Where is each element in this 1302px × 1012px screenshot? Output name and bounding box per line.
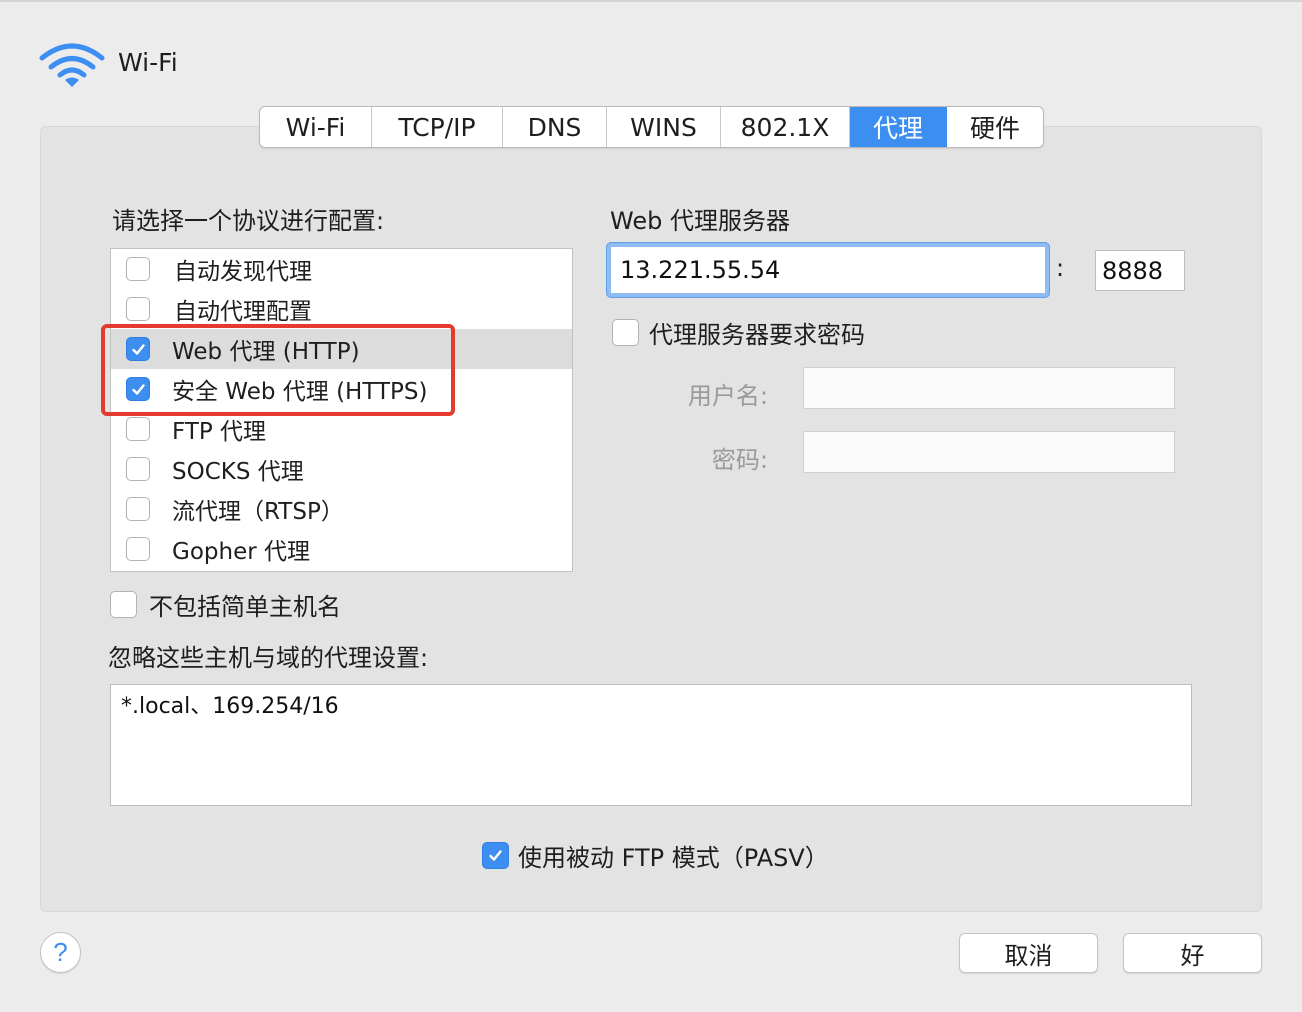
tab-proxies[interactable]: 代理 — [850, 107, 947, 147]
username-label: 用户名: — [687, 382, 768, 410]
exclude-simple-hostnames-checkbox[interactable] — [110, 591, 137, 618]
secure-web-proxy-https-checkbox[interactable] — [126, 377, 150, 401]
list-item-label: Gopher 代理 — [172, 539, 310, 565]
tab-tcpip[interactable]: TCP/IP — [372, 107, 503, 147]
cancel-button[interactable]: 取消 — [959, 933, 1098, 973]
list-item-label: 安全 Web 代理 (HTTPS) — [172, 379, 428, 405]
list-item[interactable]: Gopher 代理 — [111, 529, 572, 569]
tab-hardware[interactable]: 硬件 — [947, 107, 1043, 147]
password-label: 密码: — [711, 446, 768, 474]
wifi-icon — [39, 43, 105, 87]
ok-button[interactable]: 好 — [1123, 933, 1262, 973]
list-item[interactable]: SOCKS 代理 — [111, 449, 572, 489]
gopher-proxy-checkbox[interactable] — [126, 537, 150, 561]
protocol-list-heading: 请选择一个协议进行配置: — [112, 207, 385, 235]
list-item[interactable]: 自动代理配置 — [111, 289, 572, 329]
list-item[interactable]: 流代理（RTSP） — [111, 489, 572, 529]
proxy-server-field[interactable] — [607, 243, 1049, 297]
protocol-list: 自动发现代理 自动代理配置 Web 代理 (HTTP) 安全 Web 代理 (H… — [110, 248, 573, 572]
ftp-proxy-checkbox[interactable] — [126, 417, 150, 441]
tab-bar: Wi-Fi TCP/IP DNS WINS 802.1X 代理 硬件 — [259, 106, 1044, 148]
list-item-label: 流代理（RTSP） — [172, 499, 344, 525]
passive-ftp-label: 使用被动 FTP 模式（PASV） — [518, 844, 829, 872]
username-input[interactable] — [804, 368, 1174, 408]
require-password-checkbox[interactable] — [612, 319, 639, 346]
list-item[interactable]: 安全 Web 代理 (HTTPS) — [111, 369, 572, 409]
bypass-hosts-textarea[interactable]: *.local、169.254/16 — [111, 685, 1191, 805]
window-title: Wi-Fi — [118, 48, 178, 77]
question-mark-icon: ? — [53, 937, 68, 967]
require-password-row[interactable]: 代理服务器要求密码 — [612, 315, 865, 350]
list-item[interactable]: Web 代理 (HTTP) — [111, 329, 572, 369]
port-separator: : — [1056, 254, 1065, 282]
password-field[interactable] — [803, 431, 1175, 473]
web-proxy-http-checkbox[interactable] — [126, 337, 150, 361]
bypass-label: 忽略这些主机与域的代理设置: — [108, 644, 429, 672]
checkmark-icon — [131, 383, 145, 395]
list-item-label: 自动代理配置 — [174, 299, 312, 325]
checkmark-icon — [489, 850, 502, 861]
list-item-label: FTP 代理 — [172, 419, 267, 445]
proxy-server-input[interactable] — [611, 247, 1045, 293]
list-item-label: SOCKS 代理 — [172, 459, 304, 485]
window-top-edge — [0, 0, 1302, 2]
streaming-proxy-checkbox[interactable] — [126, 497, 150, 521]
list-item-label: Web 代理 (HTTP) — [172, 339, 360, 365]
require-password-label: 代理服务器要求密码 — [649, 321, 865, 349]
help-button[interactable]: ? — [40, 932, 81, 973]
proxy-port-input[interactable] — [1096, 251, 1184, 290]
server-heading: Web 代理服务器 — [610, 207, 790, 235]
list-item-label: 自动发现代理 — [174, 259, 312, 285]
tab-wins[interactable]: WINS — [607, 107, 721, 147]
username-field[interactable] — [803, 367, 1175, 409]
auto-discovery-checkbox[interactable] — [126, 257, 150, 281]
tab-8021x[interactable]: 802.1X — [721, 107, 850, 147]
checkmark-icon — [131, 343, 145, 355]
password-input[interactable] — [804, 432, 1174, 472]
socks-proxy-checkbox[interactable] — [126, 457, 150, 481]
list-item[interactable]: 自动发现代理 — [111, 249, 572, 289]
exclude-simple-hostnames-row[interactable]: 不包括简单主机名 — [110, 587, 341, 622]
exclude-simple-hostnames-label: 不包括简单主机名 — [149, 593, 341, 621]
passive-ftp-row[interactable]: 使用被动 FTP 模式（PASV） — [482, 838, 829, 873]
tab-dns[interactable]: DNS — [503, 107, 607, 147]
bypass-hosts-field[interactable]: *.local、169.254/16 — [110, 684, 1192, 806]
tab-wifi[interactable]: Wi-Fi — [260, 107, 372, 147]
proxy-port-field[interactable] — [1095, 250, 1185, 291]
list-item[interactable]: FTP 代理 — [111, 409, 572, 449]
auto-config-checkbox[interactable] — [126, 297, 150, 321]
passive-ftp-checkbox[interactable] — [482, 842, 509, 869]
